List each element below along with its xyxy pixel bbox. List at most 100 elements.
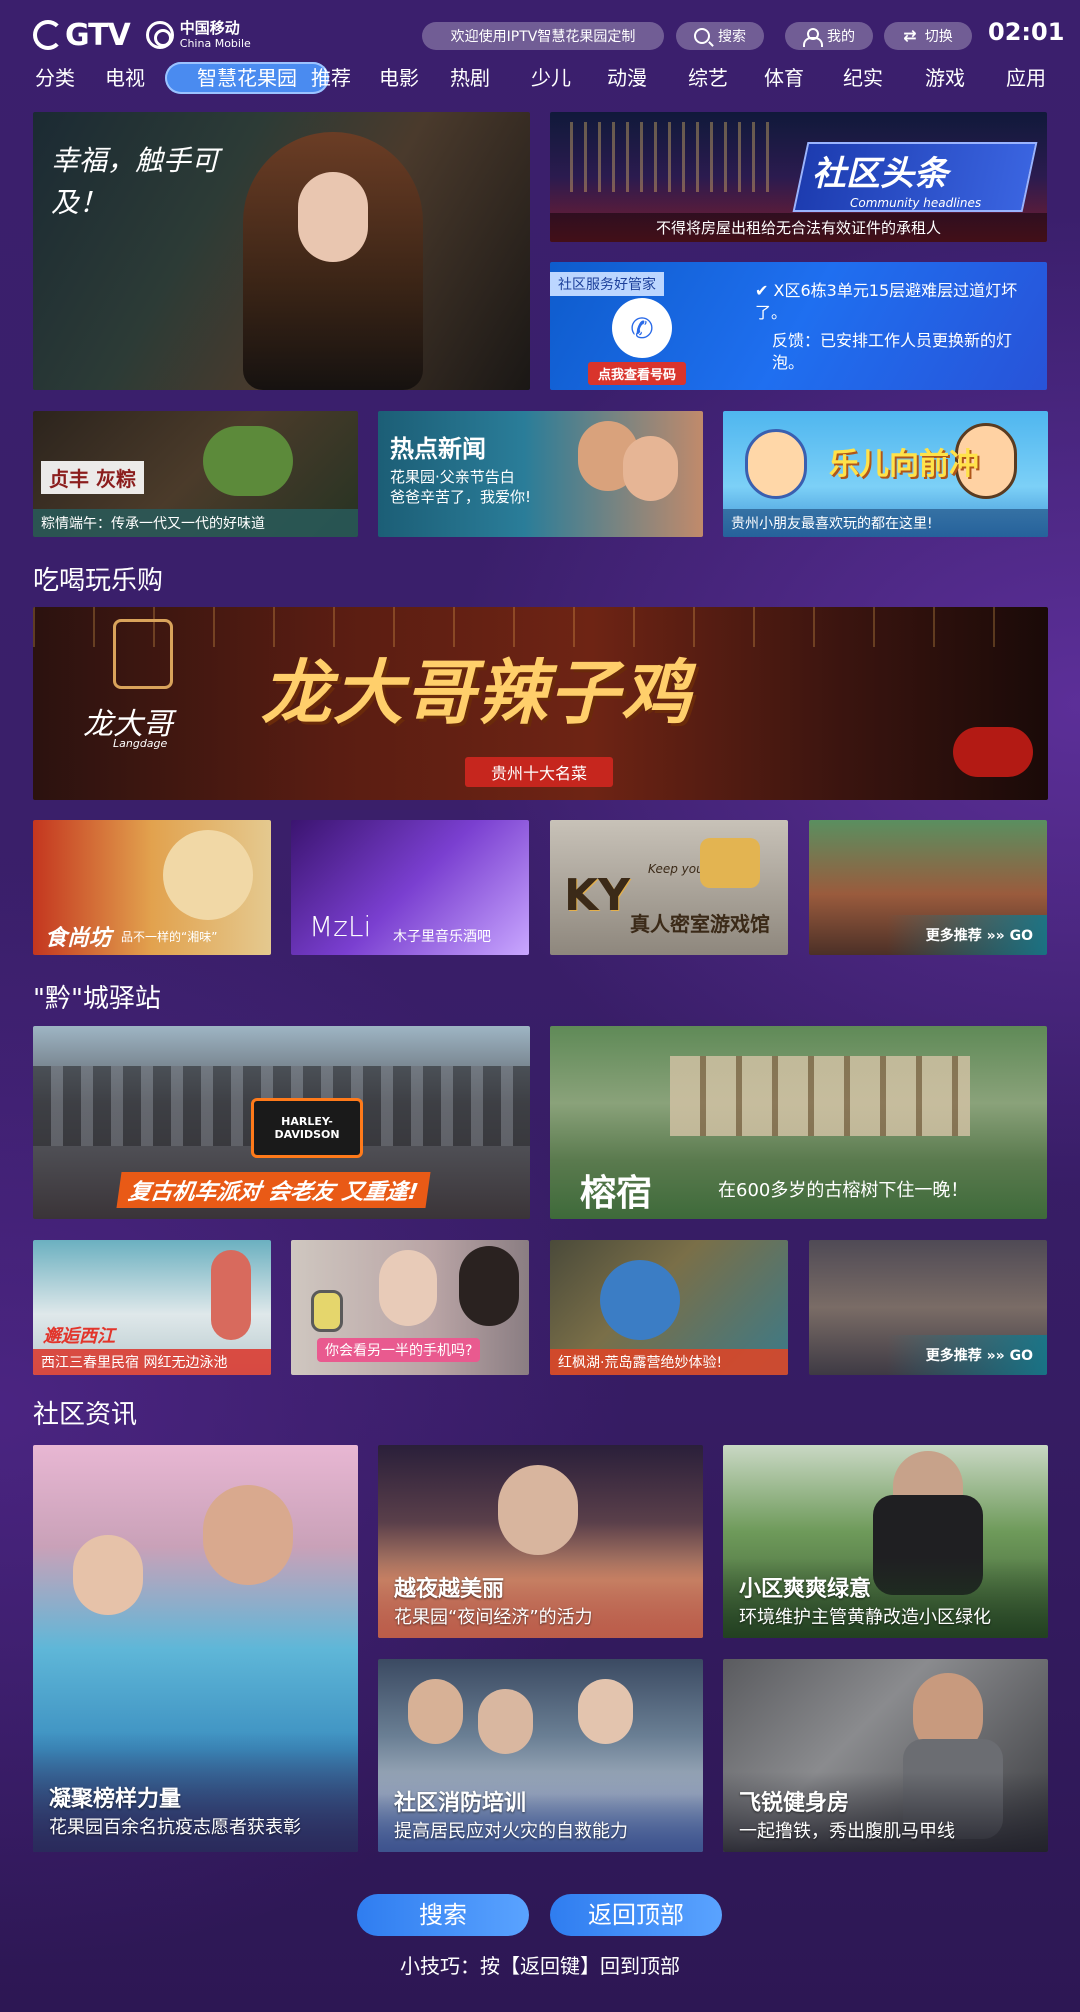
news-2-title: 越夜越美丽	[394, 1577, 505, 1602]
food-banner-tag: 贵州十大名菜	[465, 757, 614, 787]
carrier-cn: 中国移动	[179, 19, 240, 37]
food-tile-1-caption: 品不一样的“湘味”	[121, 930, 218, 944]
search-icon	[694, 28, 710, 44]
nav-item-anime[interactable]: 动漫	[605, 62, 649, 94]
city-tile-more[interactable]: 更多推荐 »» GO	[809, 1240, 1047, 1375]
zongzi-tile[interactable]: 贞丰 灰粽 粽情端午：传承一代又一代的好味道	[33, 411, 358, 537]
kids-game-caption: 贵州小朋友最喜欢玩的都在这里!	[723, 509, 1048, 537]
food-tile-1-name: 食尚坊	[45, 926, 112, 951]
camping-caption: 红枫湖·荒岛露营绝妙体验!	[550, 1349, 788, 1375]
china-mobile-logo: 中国移动 China Mobile	[145, 19, 251, 50]
news-4-title: 社区消防培训	[394, 1791, 527, 1816]
brand-logo-group: GTV 中国移动 China Mobile	[33, 17, 251, 53]
headlines-subtitle: Community headlines	[850, 196, 982, 210]
view-number-button[interactable]: 点我查看号码	[588, 362, 687, 385]
section-title-news: 社区资讯	[33, 1400, 138, 1430]
header-mine-button[interactable]: 我的	[785, 22, 873, 50]
section-title-food: 吃喝玩乐购	[33, 566, 164, 596]
food-tile-muzili[interactable]: MzLi 木子里音乐酒吧	[291, 820, 529, 955]
service-label: 社区服务好管家	[550, 272, 664, 296]
header-mine-label: 我的	[827, 29, 855, 45]
nav-item-sports[interactable]: 体育	[762, 62, 806, 94]
hot-news-tile[interactable]: 热点新闻 花果园·父亲节告白 爸爸辛苦了，我爱你!	[378, 411, 703, 537]
back-to-top-button[interactable]: 返回顶部	[550, 1894, 722, 1936]
news-tile-fire-training[interactable]: 社区消防培训 提高居民应对火灾的自救能力	[378, 1659, 703, 1852]
food-tile-more[interactable]: 更多推荐 »» GO	[809, 820, 1047, 955]
news-2-sub: 花果园“夜间经济”的活力	[394, 1607, 593, 1628]
news-1-sub: 花果园百余名抗疫志愿者获表彰	[49, 1817, 301, 1838]
zongzi-caption: 粽情端午：传承一代又一代的好味道	[33, 509, 358, 537]
food-tile-shishangfang[interactable]: 食尚坊 品不一样的“湘味”	[33, 820, 271, 955]
food-banner-brand-en: Langdage	[113, 737, 168, 750]
city-tile-harley[interactable]: HARLEY-DAVIDSON 复古机车派对 会老友 又重逢!	[33, 1026, 530, 1219]
rongsu-caption: 在600多岁的古榕树下住一晚！	[718, 1180, 969, 1201]
zongzi-badge: 贞丰 灰粽	[41, 461, 144, 494]
nav-item-movie[interactable]: 电影	[377, 62, 421, 94]
news-tile-greening[interactable]: 小区爽爽绿意 环境维护主管黄静改造小区绿化	[723, 1445, 1048, 1638]
clock: 02:01	[988, 18, 1065, 46]
service-item-2: 反馈：已安排工作人员更换新的灯泡。	[772, 331, 1013, 372]
nav-item-documentary[interactable]: 纪实	[841, 62, 885, 94]
news-5-sub: 一起撸铁，秀出腹肌马甲线	[739, 1821, 955, 1842]
service-steward-tile[interactable]: 社区服务好管家 ✆ 点我查看号码 ✔ X区6栋3单元15层避难层过道灯坏了。 反…	[550, 262, 1047, 390]
hot-news-line-1: 花果园·父亲节告白	[390, 468, 515, 486]
nav-item-tv[interactable]: 电视	[103, 62, 147, 94]
header-search-label: 搜索	[718, 29, 746, 45]
food-tile-2-caption: 木子里音乐酒吧	[393, 929, 491, 945]
hot-news-line-2: 爸爸辛苦了，我爱你!	[390, 488, 532, 506]
hero-banner[interactable]: 幸福，触手可及！	[33, 112, 530, 390]
footer-tip: 小技巧：按【返回键】回到顶部	[400, 1954, 680, 1978]
city-tile-phone[interactable]: 你会看另一半的手机吗?	[291, 1240, 529, 1375]
city-more-go: 更多推荐 »» GO	[925, 1348, 1033, 1364]
news-1-title: 凝聚榜样力量	[49, 1787, 182, 1812]
nav-item-games[interactable]: 游戏	[923, 62, 967, 94]
user-icon	[803, 27, 823, 47]
food-banner[interactable]: 龙大哥 Langdage 龙大哥辣子鸡 贵州十大名菜	[33, 607, 1048, 800]
china-mobile-icon	[145, 21, 174, 49]
section-title-city: "黔"城驿站	[33, 984, 161, 1014]
food-tile-escape-room[interactable]: KY Keep your 真人密室游戏馆	[550, 820, 788, 955]
headlines-title: 社区头条	[812, 154, 948, 194]
switch-arrows-icon: ⇄	[903, 26, 917, 45]
city-tile-rongsu[interactable]: 榕宿 在600多岁的古榕树下住一晚！	[550, 1026, 1047, 1219]
hot-news-title: 热点新闻	[390, 435, 486, 463]
xijiang-title: 邂逅西江	[43, 1326, 115, 1347]
harley-badge: HARLEY-DAVIDSON	[251, 1098, 363, 1158]
nav-item-recommend[interactable]: 推荐	[309, 62, 353, 94]
gtv-logo-text: GTV	[65, 17, 131, 53]
headlines-caption: 不得将房屋出租给无合法有效证件的承租人	[550, 213, 1047, 242]
nav-item-category[interactable]: 分类	[33, 62, 77, 94]
phone-caption: 你会看另一半的手机吗?	[317, 1338, 481, 1362]
gtv-logo: GTV	[33, 17, 131, 53]
nav-item-kids[interactable]: 少儿	[529, 62, 573, 94]
header-search-button[interactable]: 搜索	[676, 22, 764, 50]
hot-news-lines: 花果园·父亲节告白 爸爸辛苦了，我爱你!	[390, 467, 531, 507]
footer-search-button[interactable]: 搜索	[357, 1894, 529, 1936]
kids-game-title: 乐儿向前冲	[829, 447, 979, 482]
nav-item-apps[interactable]: 应用	[1004, 62, 1048, 94]
news-tile-gym[interactable]: 飞锐健身房 一起撸铁，秀出腹肌马甲线	[723, 1659, 1048, 1852]
city-tile-xijiang[interactable]: 邂逅西江 西江三春里民宿 网红无边泳池	[33, 1240, 271, 1375]
community-headlines-tile[interactable]: 社区头条 Community headlines 不得将房屋出租给无合法有效证件…	[550, 112, 1047, 242]
kids-game-tile[interactable]: 乐儿向前冲 贵州小朋友最喜欢玩的都在这里!	[723, 411, 1048, 537]
news-tile-volunteers[interactable]: 凝聚榜样力量 花果园百余名抗疫志愿者获表彰	[33, 1445, 358, 1852]
xijiang-caption: 西江三春里民宿 网红无边泳池	[33, 1349, 271, 1375]
food-banner-title: 龙大哥辣子鸡	[261, 652, 693, 734]
news-3-title: 小区爽爽绿意	[739, 1577, 872, 1602]
welcome-banner: 欢迎使用IPTV智慧花果园定制	[422, 22, 664, 50]
news-tile-night-economy[interactable]: 越夜越美丽 花果园“夜间经济”的活力	[378, 1445, 703, 1638]
city-tile-camping[interactable]: 红枫湖·荒岛露营绝妙体验!	[550, 1240, 788, 1375]
harley-caption: 复古机车派对 会老友 又重逢!	[116, 1172, 431, 1208]
nav-item-drama[interactable]: 热剧	[448, 62, 492, 94]
news-3-sub: 环境维护主管黄静改造小区绿化	[739, 1607, 991, 1628]
phone-icon: ✆	[612, 298, 672, 358]
food-tile-3-name: KY	[564, 870, 630, 921]
news-4-sub: 提高居民应对火灾的自救能力	[394, 1821, 628, 1842]
hero-slogan: 幸福，触手可及！	[51, 144, 220, 219]
nav-item-smart-huaguoyuan[interactable]: 智慧花果园	[165, 62, 329, 94]
carrier-en: China Mobile	[179, 37, 251, 50]
food-more-go: 更多推荐 »» GO	[925, 928, 1033, 944]
header-switch-button[interactable]: ⇄ 切换	[884, 22, 972, 50]
news-5-title: 飞锐健身房	[739, 1791, 850, 1816]
nav-item-variety[interactable]: 综艺	[686, 62, 730, 94]
